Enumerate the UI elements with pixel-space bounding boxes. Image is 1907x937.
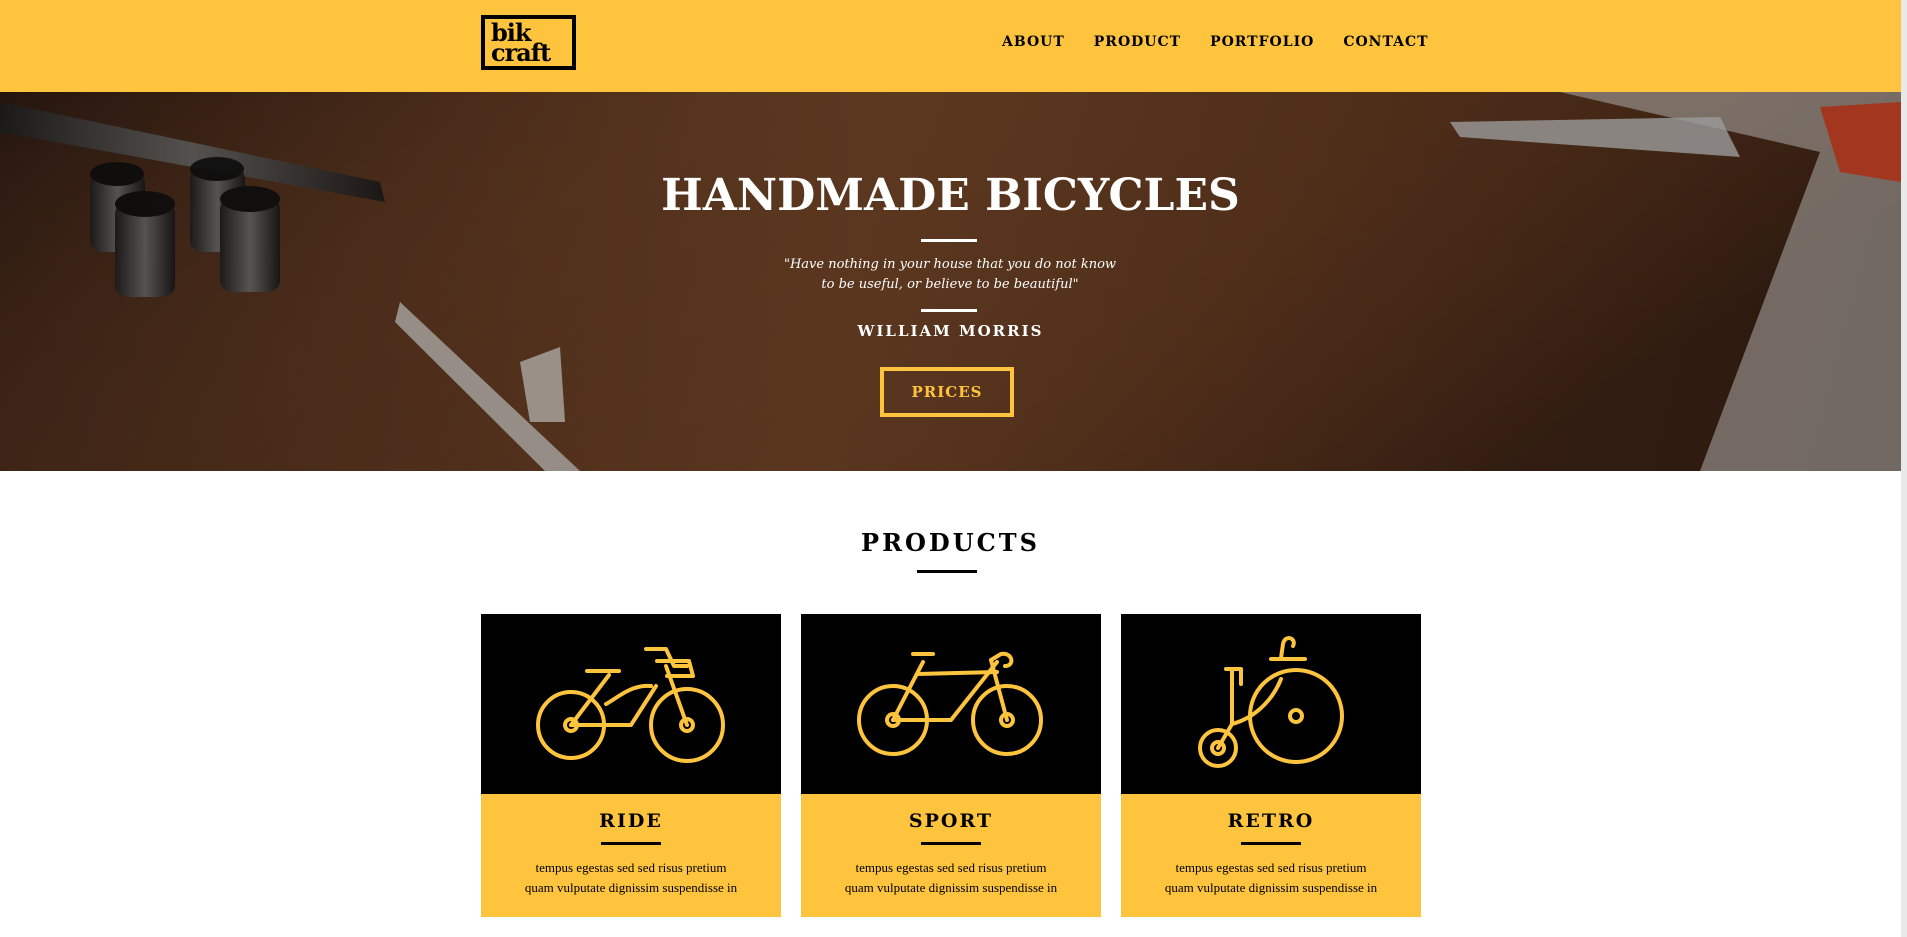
- products-divider: [917, 570, 977, 573]
- main-nav: ABOUT PRODUCT PORTFOLIO CONTACT: [1002, 34, 1429, 50]
- product-title: RIDE: [599, 810, 663, 832]
- product-card-body: SPORT tempus egestas sed sed risus preti…: [801, 794, 1101, 917]
- logo-text-bottom: craft: [491, 38, 551, 67]
- product-description-line-1: tempus egestas sed sed risus pretium: [855, 860, 1047, 875]
- products-title: PRODUCTS: [861, 528, 1040, 557]
- city-bicycle-icon: [536, 647, 725, 763]
- product-description-line-2: quam vulputate dignissim suspendisse in: [524, 880, 738, 895]
- hero-banner: HANDMADE BICYCLES "Have nothing in your …: [0, 92, 1901, 471]
- hero-divider-bottom: [921, 309, 977, 312]
- product-card-body: RIDE tempus egestas sed sed risus pretiu…: [481, 794, 781, 917]
- nav-contact[interactable]: CONTACT: [1343, 34, 1428, 50]
- nav-product[interactable]: PRODUCT: [1094, 34, 1181, 50]
- nav-portfolio[interactable]: PORTFOLIO: [1210, 34, 1314, 50]
- scrollbar[interactable]: [1901, 0, 1907, 937]
- product-description-line-1: tempus egestas sed sed risus pretium: [1175, 860, 1367, 875]
- product-description-line-2: quam vulputate dignissim suspendisse in: [844, 880, 1058, 895]
- product-title: SPORT: [908, 810, 994, 832]
- sport-bicycle-icon: [857, 651, 1043, 756]
- hero-divider-top: [921, 239, 977, 242]
- logo[interactable]: bik craft: [481, 15, 576, 70]
- hero-quote-line-2: to be useful, or believe to be beautiful…: [821, 277, 1079, 292]
- product-card-sport[interactable]: SPORT tempus egestas sed sed risus preti…: [801, 614, 1101, 917]
- penny-farthing-icon: [1198, 636, 1344, 768]
- hero-title: HANDMADE BICYCLES: [661, 170, 1240, 221]
- product-divider: [921, 842, 981, 845]
- prices-button[interactable]: PRICES: [880, 367, 1014, 417]
- site-header: bik craft ABOUT PRODUCT PORTFOLIO CONTAC…: [0, 0, 1901, 92]
- product-card-body: RETRO tempus egestas sed sed risus preti…: [1121, 794, 1421, 917]
- product-image: [481, 614, 781, 794]
- product-image: [1121, 614, 1421, 794]
- product-description: tempus egestas sed sed risus pretium qua…: [1131, 858, 1411, 898]
- product-divider: [601, 842, 661, 845]
- product-description-line-1: tempus egestas sed sed risus pretium: [535, 860, 727, 875]
- product-image: [801, 614, 1101, 794]
- product-divider: [1241, 842, 1301, 845]
- product-title: RETRO: [1227, 810, 1315, 832]
- product-description: tempus egestas sed sed risus pretium qua…: [811, 858, 1091, 898]
- product-card-retro[interactable]: RETRO tempus egestas sed sed risus preti…: [1121, 614, 1421, 917]
- nav-about[interactable]: ABOUT: [1002, 34, 1065, 50]
- hero-quote: "Have nothing in your house that you do …: [750, 255, 1150, 295]
- hero-content: HANDMADE BICYCLES "Have nothing in your …: [0, 92, 1901, 471]
- hero-quote-line-1: "Have nothing in your house that you do …: [783, 257, 1117, 272]
- product-card-ride[interactable]: RIDE tempus egestas sed sed risus pretiu…: [481, 614, 781, 917]
- product-description: tempus egestas sed sed risus pretium qua…: [491, 858, 771, 898]
- product-description-line-2: quam vulputate dignissim suspendisse in: [1164, 880, 1378, 895]
- hero-author: WILLIAM MORRIS: [857, 322, 1044, 340]
